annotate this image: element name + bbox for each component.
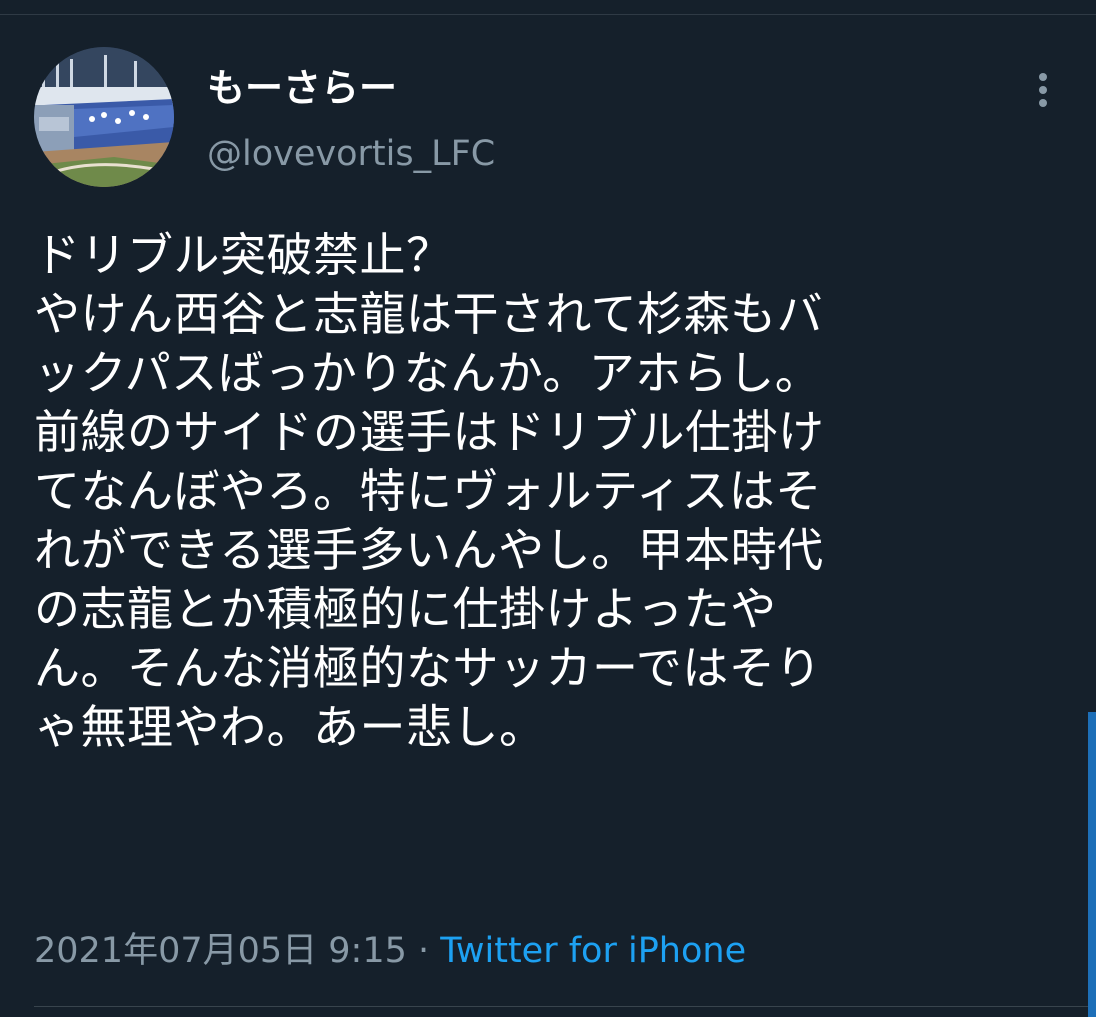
top-divider [0,14,1096,15]
tweet-text-line: 前線のサイドの選手はドリブル仕掛け [34,405,825,459]
user-handle[interactable]: @lovevortis_LFC [207,130,495,178]
more-options-button[interactable] [1024,70,1062,110]
tweet-text-line: ドリブル突破禁止？ [34,228,453,282]
tweet-text-line: てなんぼやろ。特にヴォルティスはそ [34,464,822,518]
meta-separator: · [418,931,430,971]
source-link[interactable]: Twitter for iPhone [440,931,746,971]
avatar[interactable] [34,47,174,187]
tweet-text-line: れができる選手多いんやし。甲本時代 [34,523,824,577]
bottom-divider [34,1006,1096,1007]
stadium-photo-icon [34,47,174,187]
tweet-detail-screen: もーさらー @lovevortis_LFC ドリブル突破禁止？ やけん西谷と志龍… [0,0,1096,1017]
display-name[interactable]: もーさらー [207,64,397,112]
tweet-text-line: ん。そんな消極的なサッカーではそり [34,641,822,695]
tweet-text-line: ゃ無理やわ。あー悲し。 [34,700,546,754]
tweet-text-line: の志龍とか積極的に仕掛けよったや [34,582,777,636]
tweet-text-line: やけん西谷と志龍は干されて杉森もバ [34,287,824,341]
scroll-indicator[interactable] [1088,712,1096,1017]
tweet-text-line: ックパスばっかりなんか。アホらし。 [34,346,822,400]
timestamp[interactable]: 2021年07月05日 9:15 [34,931,407,971]
more-vertical-icon [1039,73,1047,107]
tweet-meta: 2021年07月05日 9:15 · Twitter for iPhone [34,925,746,977]
tweet-text: ドリブル突破禁止？ やけん西谷と志龍は干されて杉森もバ ックパスばっかりなんか。… [34,226,1064,757]
